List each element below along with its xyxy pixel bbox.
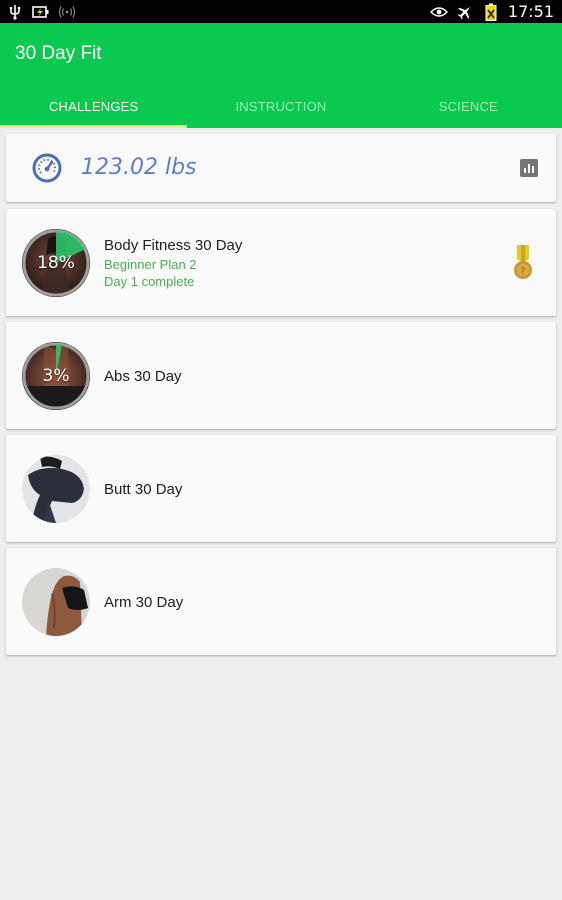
app-title: 30 Day Fit: [15, 43, 102, 64]
status-bar: 17:51: [0, 0, 562, 23]
medal-icon: ?: [514, 245, 532, 279]
challenge-card-abs[interactable]: 3% Abs 30 Day: [6, 322, 556, 429]
challenge-card-body-fitness[interactable]: 18% Body Fitness 30 Day Beginner Plan 2 …: [6, 209, 556, 316]
battery-charging-icon: [32, 3, 50, 21]
challenge-title: Body Fitness 30 Day: [104, 237, 243, 254]
tab-instruction[interactable]: INSTRUCTION: [187, 85, 374, 128]
weight-card[interactable]: 123.02 lbs: [6, 134, 556, 202]
svg-text:?: ?: [521, 267, 526, 277]
tab-science[interactable]: SCIENCE: [375, 85, 562, 128]
wifi-icon: [58, 3, 76, 21]
weight-value: 123.02 lbs: [81, 155, 197, 180]
challenge-title: Abs 30 Day: [104, 368, 182, 385]
eye-icon: [429, 3, 448, 21]
usb-icon: [6, 3, 24, 21]
progress-percent: 18%: [37, 253, 75, 273]
challenge-status: Day 1 complete: [104, 274, 195, 289]
challenge-title: Butt 30 Day: [104, 481, 183, 498]
airplane-icon: [456, 3, 474, 21]
challenge-thumbnail: [22, 568, 90, 636]
challenge-title: Arm 30 Day: [104, 594, 184, 611]
tab-bar: CHALLENGES INSTRUCTION SCIENCE: [0, 85, 562, 128]
status-time: 17:51: [507, 2, 554, 21]
challenge-card-butt[interactable]: Butt 30 Day: [6, 435, 556, 542]
bar-chart-icon[interactable]: [520, 159, 538, 177]
speedometer-icon: [32, 153, 62, 183]
progress-percent: 3%: [42, 366, 70, 386]
app-bar: 30 Day Fit CHALLENGES INSTRUCTION SCIENC…: [0, 23, 562, 128]
challenge-plan: Beginner Plan 2: [104, 257, 197, 272]
tab-indicator: [0, 125, 187, 128]
tab-challenges[interactable]: CHALLENGES: [0, 85, 187, 128]
challenge-thumbnail: [22, 455, 90, 523]
battery-icon: [482, 3, 500, 21]
challenge-card-arm[interactable]: Arm 30 Day: [6, 548, 556, 655]
